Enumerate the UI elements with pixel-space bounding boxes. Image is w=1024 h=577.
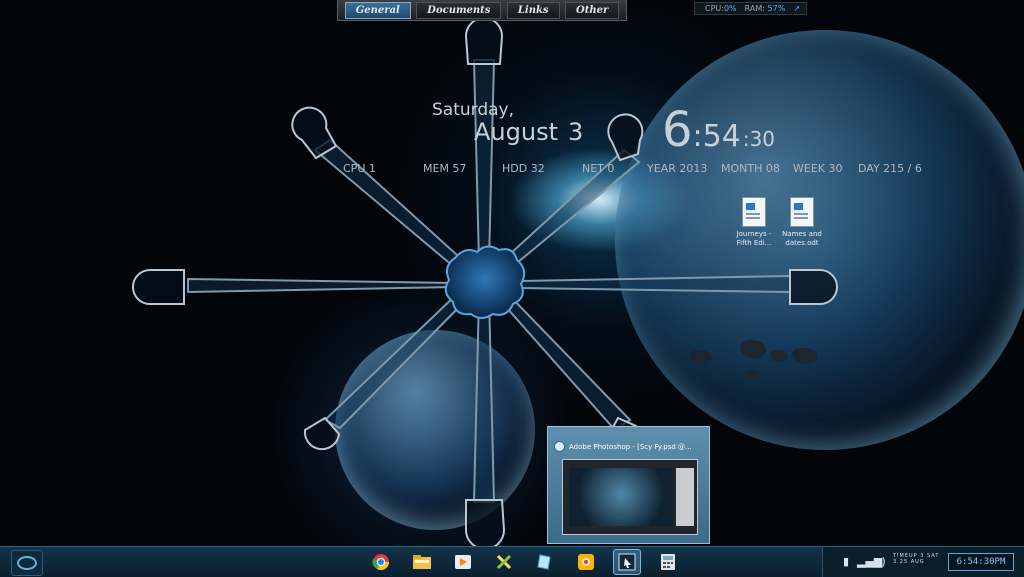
radial-launcher [132, 17, 838, 546]
desktop-clock: 6 :54 :30 [662, 102, 775, 158]
launcher-slot-top-right[interactable] [607, 113, 644, 162]
launcher-slot-top-left[interactable] [291, 106, 338, 160]
system-monitor-widget: CPU:0% RAM: 57% ↗ [694, 2, 807, 15]
file-explorer-icon [413, 555, 431, 569]
launcher-spoke-left [187, 277, 456, 294]
document-app-icon [537, 554, 551, 570]
volume-icon[interactable]: ◀) [873, 555, 886, 568]
start-button[interactable] [11, 550, 43, 576]
tab-documents[interactable]: Documents [416, 1, 502, 19]
action-center-icon[interactable]: ▮ [843, 555, 849, 568]
taskbar-thumbnail-preview[interactable]: Adobe Photoshop - [Scy Fy.psd @... [547, 426, 710, 544]
tab-links[interactable]: Links [506, 1, 560, 19]
tools-icon [496, 554, 512, 570]
launcher-slot-right[interactable] [789, 269, 838, 305]
taskbar-tools[interactable] [490, 549, 518, 575]
stat-cpu: CPU 1 [343, 162, 376, 175]
tab-general[interactable]: General [344, 1, 411, 19]
launcher-spoke-top-left [313, 138, 470, 274]
launcher-spoke-bottom-left [323, 291, 468, 430]
tab-other[interactable]: Other [565, 1, 620, 19]
ram-value: 57% [767, 4, 786, 13]
taskbar-calculator[interactable] [654, 549, 682, 575]
launcher-spoke-bottom-right [496, 290, 632, 432]
desktop-icon-names-and-dates[interactable]: Names and dates.odt [777, 197, 827, 248]
stat-month: MONTH 08 [721, 162, 780, 175]
tray-status-line-2: 3.25 AUG [893, 559, 925, 565]
stat-hdd: HDD 32 [502, 162, 545, 175]
preview-title: Adobe Photoshop - [Scy Fy.psd @... [569, 442, 692, 451]
photoshop-icon [618, 553, 636, 571]
chrome-icon [372, 554, 390, 571]
system-tray: ▮ ▂▄▆ ◀) TIMEUP 3 SAT 3.25 AUG 6:54:30PM [822, 547, 1024, 577]
tray-status-text: TIMEUP 3 SAT 3.25 AUG [893, 553, 939, 565]
calculator-icon [661, 554, 675, 570]
stat-day: DAY 215 / 6 [858, 162, 922, 175]
desktop-icon-label: dates.odt [785, 239, 819, 247]
stat-year: YEAR 2013 [647, 162, 708, 175]
paint-app-icon [578, 554, 594, 570]
expand-arrow-icon[interactable]: ↗ [793, 4, 800, 13]
clock-second: :30 [742, 127, 776, 151]
clock-hour: 6 [662, 102, 693, 158]
day-number: 3 [568, 118, 584, 146]
media-player-icon [455, 555, 471, 569]
launcher-spoke-bottom [472, 295, 496, 503]
stat-net: NET 0 [582, 162, 615, 175]
month-label: August [474, 118, 558, 146]
taskbar-paint-app[interactable] [572, 549, 600, 575]
launcher-slot-left[interactable] [132, 269, 185, 305]
launcher-slot-top[interactable] [464, 17, 504, 65]
launcher-spoke-top [472, 59, 496, 263]
desktop-icon-label: Journeys - [736, 230, 772, 238]
taskbar: ▮ ▂▄▆ ◀) TIMEUP 3 SAT 3.25 AUG 6:54:30PM [0, 546, 1024, 577]
month-day: August 3 [474, 118, 583, 146]
taskbar-media-player[interactable] [449, 549, 477, 575]
preview-panel [676, 468, 694, 526]
launcher-spoke-right [519, 274, 791, 294]
photoshop-small-icon [554, 441, 565, 452]
day-of-week: Saturday, [432, 100, 515, 120]
launcher-hub[interactable] [444, 245, 526, 319]
tray-digital-clock[interactable]: 6:54:30PM [948, 553, 1014, 571]
taskbar-document-app[interactable] [531, 549, 559, 575]
stat-week: WEEK 30 [793, 162, 843, 175]
start-orb-icon [17, 556, 37, 570]
taskbar-file-explorer[interactable] [408, 549, 436, 575]
desktop-icon-label: Names and [782, 230, 822, 238]
ram-label: RAM: [744, 4, 765, 13]
cpu-value: 0% [723, 4, 737, 13]
taskbar-chrome[interactable] [367, 549, 395, 575]
taskbar-photoshop[interactable] [613, 549, 641, 575]
clock-minute: :54 [692, 119, 741, 154]
cpu-label: CPU: [705, 4, 724, 13]
preview-thumbnail[interactable] [562, 459, 698, 535]
document-icon [742, 197, 766, 227]
document-icon [790, 197, 814, 227]
desktop-icon-label: Fifth Edi... [736, 239, 772, 247]
preview-canvas [569, 468, 673, 526]
desktop-icon-journeys[interactable]: Journeys - Fifth Edi... [729, 197, 779, 248]
top-menu-bar: General Documents Links Other [337, 0, 627, 21]
stat-mem: MEM 57 [423, 162, 467, 175]
launcher-slot-bottom[interactable] [465, 499, 506, 546]
